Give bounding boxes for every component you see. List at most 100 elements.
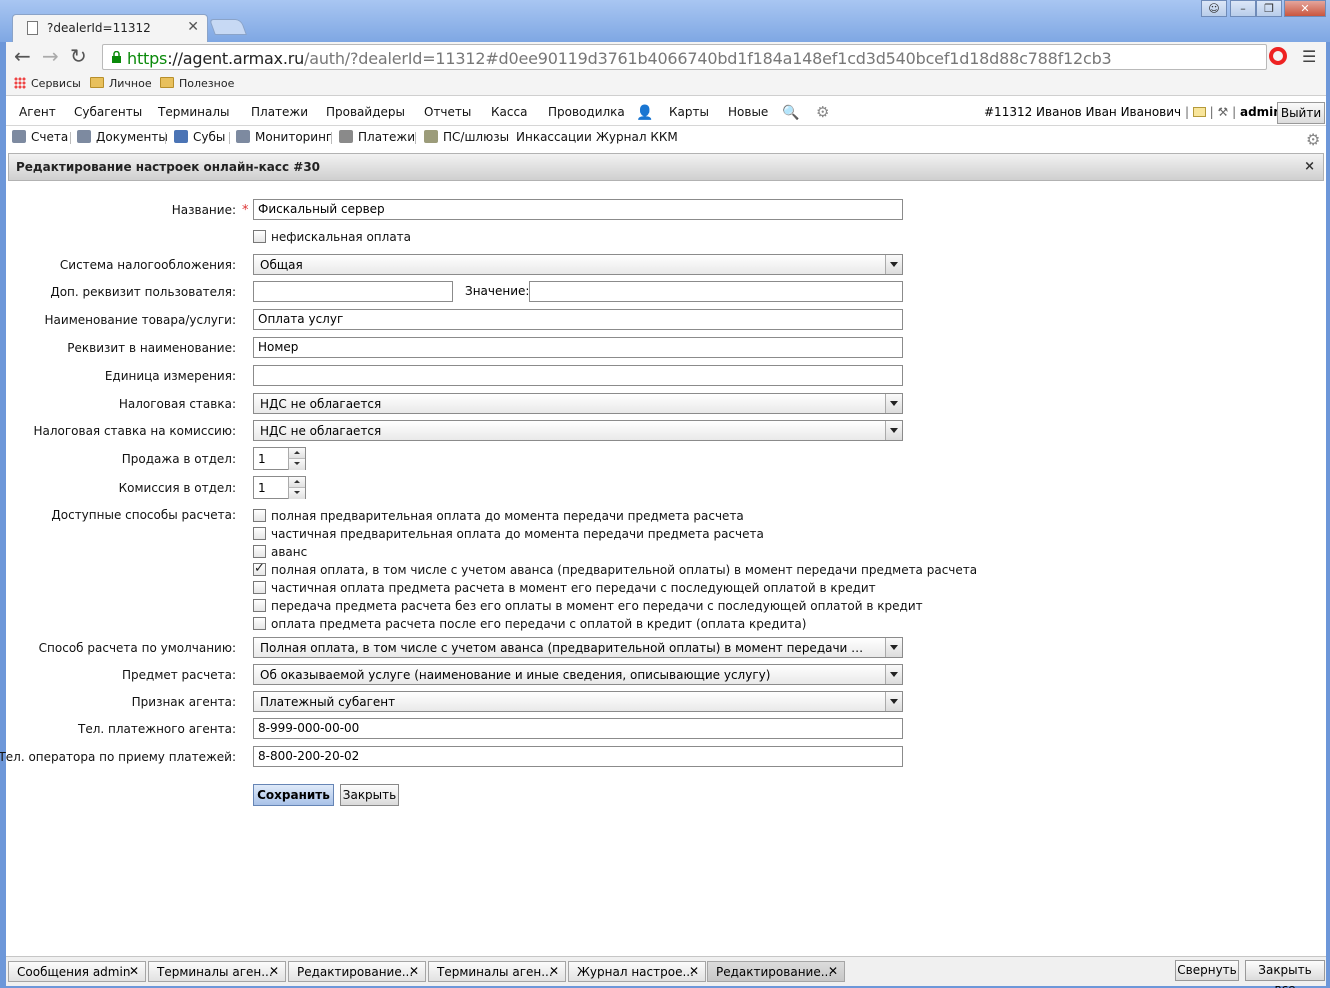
address-bar[interactable]: https://agent.armax.ru/auth/?dealerId=11… (102, 44, 1267, 70)
payment-method-checkbox[interactable] (253, 599, 266, 612)
subject-label: Предмет расчета: (122, 668, 236, 682)
operator-phone-input[interactable]: 8-800-200-20-02 (253, 746, 903, 767)
tax-rate-commission-select[interactable]: НДС не облагается (253, 420, 903, 441)
nonfiscal-checkbox[interactable] (253, 230, 266, 243)
payment-method-checkbox[interactable] (253, 617, 266, 630)
submenu-gateways[interactable]: ПС/шлюзы (424, 130, 509, 144)
menu-cash[interactable]: Касса (491, 105, 527, 119)
reload-icon[interactable]: ↻ (70, 46, 87, 66)
payment-method-checkbox[interactable] (253, 561, 266, 576)
tax-system-select[interactable]: Общая (253, 254, 903, 275)
bookmark-useful[interactable]: Полезное (160, 77, 234, 90)
subject-select[interactable]: Об оказываемой услуге (наименование и ин… (253, 664, 903, 685)
window-user-icon[interactable]: ☺ (1201, 0, 1227, 17)
stepper-up-icon[interactable] (288, 448, 305, 459)
task-editing-2[interactable]: Редактирование... ✕ (707, 961, 845, 982)
menu-subagents[interactable]: Субагенты (74, 105, 142, 119)
agent-sign-select[interactable]: Платежный субагент (253, 691, 903, 712)
unit-input[interactable] (253, 365, 903, 386)
submenu-payments[interactable]: Платежи (339, 130, 415, 144)
save-button[interactable]: Сохранить (253, 784, 334, 806)
menu-agent[interactable]: Агент (19, 105, 56, 119)
menu-reports[interactable]: Отчеты (424, 105, 471, 119)
collapse-button[interactable]: Свернуть (1175, 960, 1239, 981)
payment-method-checkbox[interactable] (253, 545, 266, 558)
submenu-subs[interactable]: Субы (174, 130, 225, 144)
task-editing-1[interactable]: Редактирование... ✕ (288, 961, 426, 982)
task-close-icon[interactable]: ✕ (409, 964, 419, 978)
menu-terminals[interactable]: Терминалы (158, 105, 230, 119)
gateways-icon (424, 130, 438, 143)
tools-icon[interactable]: ⚒ (1218, 105, 1229, 119)
task-settings-journal[interactable]: Журнал настрое... ✕ (568, 961, 706, 982)
bookmark-apps[interactable]: Сервисы (14, 77, 81, 90)
opera-extension-icon[interactable] (1269, 47, 1287, 65)
admin-link[interactable]: admin (1240, 105, 1282, 119)
task-close-icon[interactable]: ✕ (689, 964, 699, 978)
browser-tab[interactable]: ?dealerId=11312 ✕ (12, 14, 208, 42)
forward-arrow-icon[interactable]: → (42, 46, 59, 66)
name-input[interactable]: Фискальный сервер (253, 199, 903, 220)
menu-cards[interactable]: Карты (669, 105, 709, 119)
panel-close-icon[interactable]: × (1304, 159, 1315, 174)
required-asterisk: * (242, 203, 249, 218)
menu-new[interactable]: Новые (728, 105, 768, 119)
task-terminals-1[interactable]: Терминалы аген... ✕ (148, 961, 286, 982)
new-tab-button[interactable] (209, 19, 247, 35)
agent-phone-input[interactable]: 8-999-000-00-00 (253, 718, 903, 739)
user-requisite-label: Доп. реквизит пользователя: (50, 285, 236, 299)
menu-provodilka[interactable]: Проводилка (548, 105, 625, 119)
bookmark-personal[interactable]: Личное (90, 77, 152, 90)
task-messages[interactable]: Сообщения admin ✕ (8, 961, 146, 982)
requisite-in-name-input[interactable]: Номер (253, 337, 903, 358)
window-close-button[interactable]: ✕ (1284, 0, 1326, 17)
stepper-down-icon[interactable] (288, 459, 305, 470)
folder-icon (160, 77, 174, 88)
submenu-documents[interactable]: Документы (77, 130, 168, 144)
task-close-icon[interactable]: ✕ (129, 964, 139, 978)
search-tool-icon[interactable]: 🔍 (782, 105, 799, 121)
submenu-kkm-journal[interactable]: Журнал ККМ (596, 130, 678, 144)
payment-method-checkbox[interactable] (253, 509, 266, 522)
user-requisite-input[interactable] (253, 281, 453, 302)
tax-rate-label: Налоговая ставка: (118, 397, 236, 411)
subs-icon (174, 130, 188, 143)
payment-method-checkbox[interactable] (253, 527, 266, 540)
window-minimize-button[interactable]: – (1230, 0, 1256, 17)
window-taskbar: Сообщения admin ✕ Терминалы аген... ✕ Реда… (6, 956, 1326, 988)
settings-gear-icon[interactable]: ⚙ (1306, 130, 1320, 149)
settings-gear-icon[interactable]: ⚙ (816, 103, 829, 121)
submenu-monitoring[interactable]: Мониторинг (236, 130, 332, 144)
submenu-accounts[interactable]: Счета (12, 130, 68, 144)
tax-system-label: Система налогообложения: (59, 258, 236, 272)
stepper-up-icon[interactable] (288, 477, 305, 488)
person-icon[interactable]: 👤 (636, 105, 653, 121)
mail-icon[interactable] (1192, 107, 1206, 117)
task-close-icon[interactable]: ✕ (549, 964, 559, 978)
close-button[interactable]: Закрыть (340, 784, 399, 806)
browser-titlebar: ?dealerId=11312 ✕ ☺ – ❐ ✕ (0, 0, 1330, 42)
default-method-select[interactable]: Полная оплата, в том числе с учетом аван… (253, 637, 903, 658)
sale-department-stepper[interactable]: 1 (253, 447, 306, 470)
close-all-button[interactable]: Закрыть все (1245, 960, 1325, 988)
value-input[interactable] (529, 281, 903, 302)
goods-name-input[interactable]: Оплата услуг (253, 309, 903, 330)
tax-rate-select[interactable]: НДС не облагается (253, 393, 903, 414)
menu-payments[interactable]: Платежи (251, 105, 308, 119)
logout-button[interactable]: Выйти (1277, 102, 1325, 124)
monitoring-icon (236, 130, 250, 143)
back-arrow-icon[interactable]: ← (14, 46, 31, 66)
payment-method-label: оплата предмета расчета после его переда… (271, 617, 807, 631)
stepper-down-icon[interactable] (288, 488, 305, 499)
task-close-icon[interactable]: ✕ (828, 964, 838, 978)
payment-method-checkbox[interactable] (253, 581, 266, 594)
submenu-collections[interactable]: Инкассации (516, 130, 592, 144)
tab-close-icon[interactable]: ✕ (187, 19, 199, 35)
window-maximize-button[interactable]: ❐ (1256, 0, 1282, 17)
task-close-icon[interactable]: ✕ (269, 964, 279, 978)
task-terminals-2[interactable]: Терминалы аген... ✕ (428, 961, 566, 982)
commission-department-stepper[interactable]: 1 (253, 476, 306, 499)
menu-providers[interactable]: Провайдеры (326, 105, 405, 119)
operator-phone-label: Тел. оператора по приему платежей: (0, 750, 236, 764)
browser-menu-icon[interactable]: ☰ (1302, 47, 1316, 66)
